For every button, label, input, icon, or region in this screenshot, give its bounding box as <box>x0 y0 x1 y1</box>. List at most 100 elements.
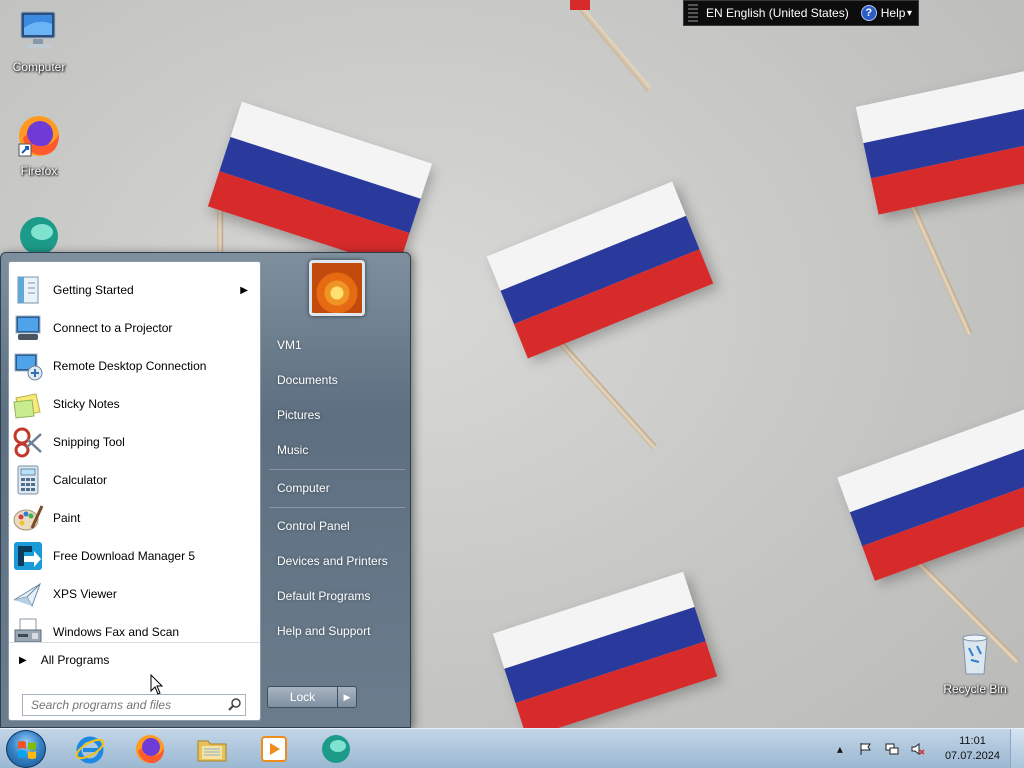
firefox-icon <box>15 112 63 160</box>
mouse-cursor <box>150 673 164 699</box>
show-desktop-button[interactable] <box>1010 729 1024 768</box>
start-link-help-support[interactable]: Help and Support <box>267 616 405 646</box>
start-link-control-panel[interactable]: Control Panel <box>267 511 405 541</box>
help-icon[interactable]: ? <box>860 5 877 21</box>
start-link-label: Computer <box>277 481 330 495</box>
toothpick-decoration <box>570 0 652 92</box>
search-icon[interactable] <box>225 697 245 714</box>
program-label: Remote Desktop Connection <box>53 359 207 373</box>
program-connect-projector[interactable]: Connect to a Projector <box>12 310 258 346</box>
flag-decoration <box>486 181 714 450</box>
program-calculator[interactable]: Calculator <box>12 462 258 498</box>
desktop-icon-label: Computer <box>12 60 66 74</box>
program-label: Free Download Manager 5 <box>53 549 196 563</box>
shutdown-options-arrow-icon[interactable]: ▶ <box>338 687 356 707</box>
toothpick-decoration <box>570 0 590 10</box>
show-hidden-icons-icon[interactable]: ▴ <box>832 741 848 757</box>
menu-divider <box>269 507 405 508</box>
help-label[interactable]: Help <box>881 6 906 20</box>
projector-icon <box>12 312 44 344</box>
windows-explorer-icon[interactable] <box>196 733 228 765</box>
lock-button-label[interactable]: Lock <box>268 687 338 707</box>
program-sticky-notes[interactable]: Sticky Notes <box>12 386 258 422</box>
start-link-documents[interactable]: Documents <box>267 365 405 395</box>
all-programs-button[interactable]: ▶ All Programs <box>9 642 260 677</box>
windows-logo-icon <box>18 741 36 759</box>
arrow-right-icon: ▶ <box>19 654 27 666</box>
start-link-label: VM1 <box>277 338 302 352</box>
clock-date: 07.07.2024 <box>944 750 1000 762</box>
lock-button[interactable]: Lock ▶ <box>267 686 357 708</box>
fdm-icon <box>12 540 44 572</box>
program-free-download-manager[interactable]: Free Download Manager 5 <box>12 538 258 574</box>
snipping-tool-icon <box>12 426 44 458</box>
start-link-label: Pictures <box>277 408 321 422</box>
media-player-icon[interactable] <box>258 733 290 765</box>
system-clock[interactable]: 11:01 07.07.2024 <box>945 734 1000 764</box>
program-label: Sticky Notes <box>53 397 120 411</box>
computer-icon <box>15 8 63 56</box>
start-link-label: Documents <box>277 373 338 387</box>
program-label: Snipping Tool <box>53 435 125 449</box>
program-getting-started[interactable]: Getting Started ▶ <box>12 272 258 308</box>
getting-started-icon <box>12 274 44 306</box>
taskbar: ▴ 11:01 07.07.2024 <box>0 728 1024 768</box>
clock-time: 11:01 <box>959 735 986 747</box>
system-tray: ▴ 11:01 07.07.2024 <box>827 729 1024 768</box>
start-link-label: Help and Support <box>277 624 371 638</box>
grip-handle[interactable] <box>688 4 698 22</box>
start-link-label: Control Panel <box>277 519 350 533</box>
search-box[interactable] <box>22 694 246 716</box>
program-label: Windows Fax and Scan <box>53 625 180 639</box>
programs-pane: Getting Started ▶ Connect to a Projector… <box>8 261 261 721</box>
firefox-icon[interactable] <box>134 733 166 765</box>
volume-muted-icon[interactable] <box>910 741 926 757</box>
menu-divider <box>269 469 405 470</box>
flag-decoration <box>855 65 1024 336</box>
options-chevron-icon[interactable]: ▾ <box>907 8 912 19</box>
remote-desktop-icon <box>12 350 44 382</box>
start-link-music[interactable]: Music <box>267 435 405 465</box>
all-programs-label: All Programs <box>40 653 110 667</box>
start-link-pictures[interactable]: Pictures <box>267 400 405 430</box>
program-label: Getting Started <box>53 283 134 297</box>
program-label: XPS Viewer <box>53 587 117 601</box>
xps-viewer-icon <box>12 578 44 610</box>
submenu-arrow-icon: ▶ <box>240 284 248 296</box>
program-snipping-tool[interactable]: Snipping Tool <box>12 424 258 460</box>
start-link-label: Music <box>277 443 309 457</box>
flag-decoration <box>837 409 1024 664</box>
flag-decoration <box>492 571 718 739</box>
start-link-devices-printers[interactable]: Devices and Printers <box>267 546 405 576</box>
desktop-icon-firefox[interactable]: Firefox <box>0 112 78 178</box>
paint-icon <box>12 502 44 534</box>
network-icon[interactable] <box>884 741 900 757</box>
program-label: Connect to a Projector <box>53 321 173 335</box>
program-paint[interactable]: Paint <box>12 500 258 536</box>
desktop-icon-computer[interactable]: Computer <box>0 8 78 74</box>
internet-explorer-icon[interactable] <box>74 733 106 765</box>
language-indicator[interactable]: EN English (United States) <box>706 6 849 20</box>
language-bar[interactable]: EN English (United States) ? Help ▾ <box>683 0 919 26</box>
start-link-computer[interactable]: Computer <box>267 473 405 503</box>
recycle-bin-icon <box>951 630 999 678</box>
desktop-icon-recycle-bin[interactable]: Recycle Bin <box>936 630 1014 696</box>
app-icon[interactable] <box>320 733 352 765</box>
action-center-flag-icon[interactable] <box>858 741 874 757</box>
start-menu: Getting Started ▶ Connect to a Projector… <box>0 252 411 728</box>
program-label: Paint <box>53 511 81 525</box>
flag-decoration <box>207 101 433 328</box>
start-link-user[interactable]: VM1 <box>267 330 405 360</box>
desktop-icon-label: Recycle Bin <box>943 682 1007 696</box>
sticky-notes-icon <box>12 388 44 420</box>
start-button[interactable] <box>6 730 46 768</box>
search-input[interactable] <box>23 696 225 714</box>
calculator-icon <box>12 464 44 496</box>
program-xps-viewer[interactable]: XPS Viewer <box>12 576 258 612</box>
program-remote-desktop[interactable]: Remote Desktop Connection <box>12 348 258 384</box>
desktop-icon-label: Firefox <box>20 164 58 178</box>
start-link-default-programs[interactable]: Default Programs <box>267 581 405 611</box>
start-link-label: Default Programs <box>277 589 371 603</box>
program-label: Calculator <box>53 473 108 487</box>
user-avatar[interactable] <box>309 260 365 316</box>
